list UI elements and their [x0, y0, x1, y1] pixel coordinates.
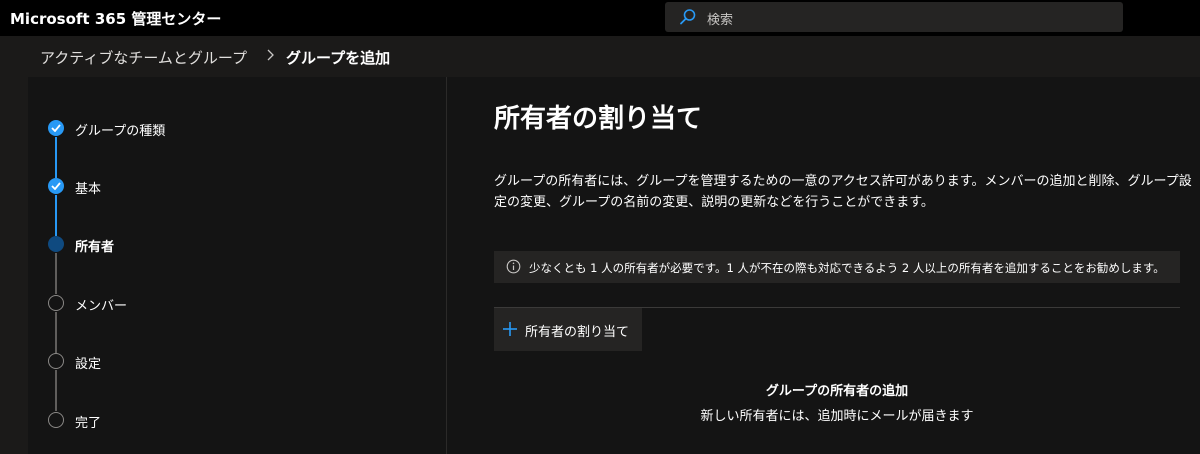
step-connector — [55, 312, 57, 353]
empty-state-subtitle: 新しい所有者には、追加時にメールが届きます — [700, 409, 974, 424]
step-connector — [55, 370, 57, 411]
step-connector — [55, 253, 57, 294]
info-message-bar: 少なくとも 1 人の所有者が必要です。1 人が不在の際も対応できるよう 2 人以… — [494, 251, 1180, 283]
check-icon — [51, 124, 61, 132]
assign-owners-button[interactable]: 所有者の割り当て — [494, 308, 642, 351]
assign-owners-label: 所有者の割り当て — [525, 325, 630, 340]
step-settings: 設定 — [75, 357, 102, 372]
step-basics[interactable]: 基本 — [75, 178, 101, 197]
breadcrumb-parent-link[interactable]: アクティブなチームとグループ — [40, 47, 247, 68]
search-input[interactable]: 検索 — [707, 9, 733, 28]
step-members: メンバー — [75, 299, 128, 314]
step-current-indicator — [48, 236, 64, 252]
step-done-indicator — [48, 178, 64, 194]
step-finish: 完了 — [75, 416, 102, 431]
chevron-right-icon — [267, 49, 274, 61]
step-pending-indicator — [48, 412, 64, 428]
check-icon — [51, 182, 61, 190]
top-bar: Microsoft 365 管理センター 検索 — [0, 0, 1200, 36]
owner-description: グループの所有者には、グループを管理するための一意のアクセス許可があります。メン… — [494, 174, 1192, 210]
step-pending-indicator — [48, 295, 64, 311]
page-title: 所有者の割り当て — [494, 104, 703, 134]
step-group-type[interactable]: グループの種類 — [75, 120, 165, 139]
step-owners[interactable]: 所有者 — [75, 236, 114, 255]
search-box[interactable]: 検索 — [665, 2, 1123, 32]
breadcrumb: アクティブなチームとグループ グループを追加 — [0, 36, 1200, 76]
step-done-indicator — [48, 120, 64, 136]
step-connector — [55, 195, 57, 236]
empty-state-title: グループの所有者の追加 — [765, 384, 909, 399]
step-connector — [55, 137, 57, 178]
breadcrumb-current: グループを追加 — [286, 49, 391, 67]
info-message-text: 少なくとも 1 人の所有者が必要です。1 人が不在の際も対応できるよう 2 人以… — [529, 261, 1165, 275]
search-icon — [680, 9, 696, 25]
step-pending-indicator — [48, 353, 64, 369]
info-icon — [506, 259, 521, 274]
plus-icon — [503, 322, 517, 336]
app-title[interactable]: Microsoft 365 管理センター — [10, 8, 221, 29]
